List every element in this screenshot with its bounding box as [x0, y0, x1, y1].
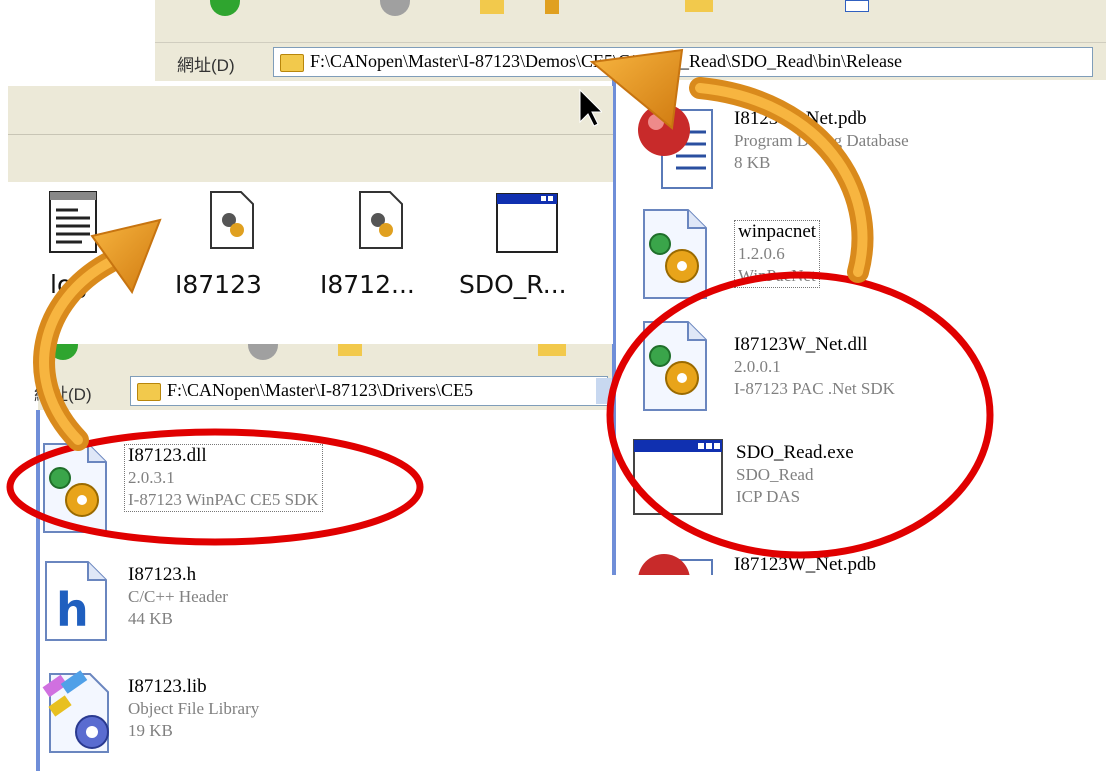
back-button[interactable]: [48, 344, 78, 360]
folder-icon: [280, 54, 304, 72]
folder-up-icon[interactable]: [338, 344, 362, 356]
top-address-bar: 網址(D) F:\CANopen\Master\I-87123\Demos\CE…: [155, 42, 1106, 81]
file-description: SDO_Read: [736, 465, 814, 484]
dll-file-icon: [43, 443, 107, 533]
file-item[interactable]: winpacnet 1.2.0.6 WinPacNet: [640, 208, 1060, 299]
header-file-icon: h: [45, 561, 107, 641]
pdb-file-icon: [638, 104, 713, 189]
file-type: Program Debug Database: [734, 131, 909, 150]
file-version: 1.2.0.6: [738, 244, 785, 263]
views-icon[interactable]: [845, 0, 869, 12]
icon-label: SDO_R...: [459, 270, 567, 299]
icon-item[interactable]: I87123: [173, 186, 283, 316]
forward-button[interactable]: [248, 344, 278, 360]
folder-icon: [137, 383, 161, 401]
dll-file-icon: [643, 209, 707, 299]
file-name: SDO_Read.exe: [736, 442, 854, 463]
file-item[interactable]: h I87123.h C/C++ Header 44 KB: [44, 560, 444, 650]
icon-label: log: [50, 270, 89, 299]
icon-item[interactable]: log: [38, 186, 138, 316]
file-company: WinPacNet: [738, 266, 816, 285]
text-file-icon: [49, 191, 97, 253]
lib-file-icon: [42, 670, 109, 753]
folders-icon[interactable]: [685, 0, 713, 12]
file-company: I-87123 PAC .Net SDK: [734, 379, 895, 398]
file-name: I87123W_Net.pdb: [734, 554, 876, 575]
address-input[interactable]: F:\CANopen\Master\I-87123\Demos\CE5\C#\S…: [273, 47, 1093, 77]
address-label: 網址(D): [34, 385, 92, 404]
icon-item[interactable]: I8712...: [318, 186, 438, 316]
file-name: I87123.dll: [128, 445, 207, 466]
file-name: I8123W_Net.pdb: [734, 108, 867, 129]
dll-file-icon: [643, 321, 707, 411]
address-path: F:\CANopen\Master\I-87123\Drivers\CE5: [167, 380, 473, 400]
file-name: I87123W_Net.dll: [734, 334, 868, 355]
file-type: Object File Library: [128, 699, 260, 718]
file-company: ICP DAS: [736, 487, 801, 506]
file-item[interactable]: I87123.dll 2.0.3.1 I-87123 WinPAC CE5 SD…: [40, 442, 440, 533]
file-size: 19 KB: [128, 721, 173, 740]
dll-file-icon: [210, 191, 254, 249]
icon-label: I87123: [175, 270, 262, 299]
file-name: winpacnet: [738, 221, 817, 242]
address-input[interactable]: F:\CANopen\Master\I-87123\Drivers\CE5: [130, 376, 608, 406]
dll-file-icon: [359, 191, 403, 249]
pencil-icon[interactable]: [545, 0, 559, 14]
right-file-list: I8123W_Net.pdb Program Debug Database 8 …: [612, 80, 1106, 575]
svg-text:h: h: [56, 583, 89, 637]
file-name: I87123.h: [128, 564, 197, 585]
file-item[interactable]: I87123.lib Object File Library 19 KB: [42, 666, 442, 756]
file-item[interactable]: I8123W_Net.pdb Program Debug Database 8 …: [636, 100, 1056, 189]
file-item[interactable]: SDO_Read.exe SDO_Read ICP DAS: [632, 438, 1052, 518]
icon-item[interactable]: SDO_R...: [453, 186, 603, 316]
file-item[interactable]: I87123W_Net.pdb: [636, 550, 1056, 575]
address-label: 網址(D): [177, 56, 235, 75]
bottom-toolbar: [38, 344, 612, 370]
icon-view-window: log I87123 I8712... SDO_R...: [8, 86, 613, 344]
file-type: C/C++ Header: [128, 587, 228, 606]
bottom-address-bar: 網址(D) F:\CANopen\Master\I-87123\Drivers\…: [34, 370, 612, 410]
file-version: 2.0.0.1: [734, 357, 781, 376]
exe-window-icon: [633, 439, 723, 515]
dropdown-button[interactable]: [596, 378, 612, 404]
icon-label: I8712...: [320, 270, 415, 299]
address-path: F:\CANopen\Master\I-87123\Demos\CE5\C#\S…: [310, 51, 902, 71]
pdb-file-icon: [638, 554, 713, 575]
exe-window-icon: [496, 193, 558, 253]
back-button[interactable]: [210, 0, 240, 16]
mouse-cursor-icon: [579, 88, 602, 127]
file-company: I-87123 WinPAC CE5 SDK: [128, 490, 319, 509]
folder-up-icon[interactable]: [480, 0, 504, 14]
file-item[interactable]: I87123W_Net.dll 2.0.0.1 I-87123 PAC .Net…: [640, 320, 1060, 411]
file-size: 8 KB: [734, 153, 771, 172]
file-name: I87123.lib: [128, 676, 207, 697]
icon-view-header: [8, 86, 613, 182]
forward-button[interactable]: [380, 0, 410, 16]
bottom-file-list: I87123.dll 2.0.3.1 I-87123 WinPAC CE5 SD…: [40, 410, 612, 771]
file-size: 44 KB: [128, 609, 173, 628]
top-toolbar: [155, 0, 1106, 42]
file-version: 2.0.3.1: [128, 468, 175, 487]
folders-icon[interactable]: [538, 344, 566, 356]
